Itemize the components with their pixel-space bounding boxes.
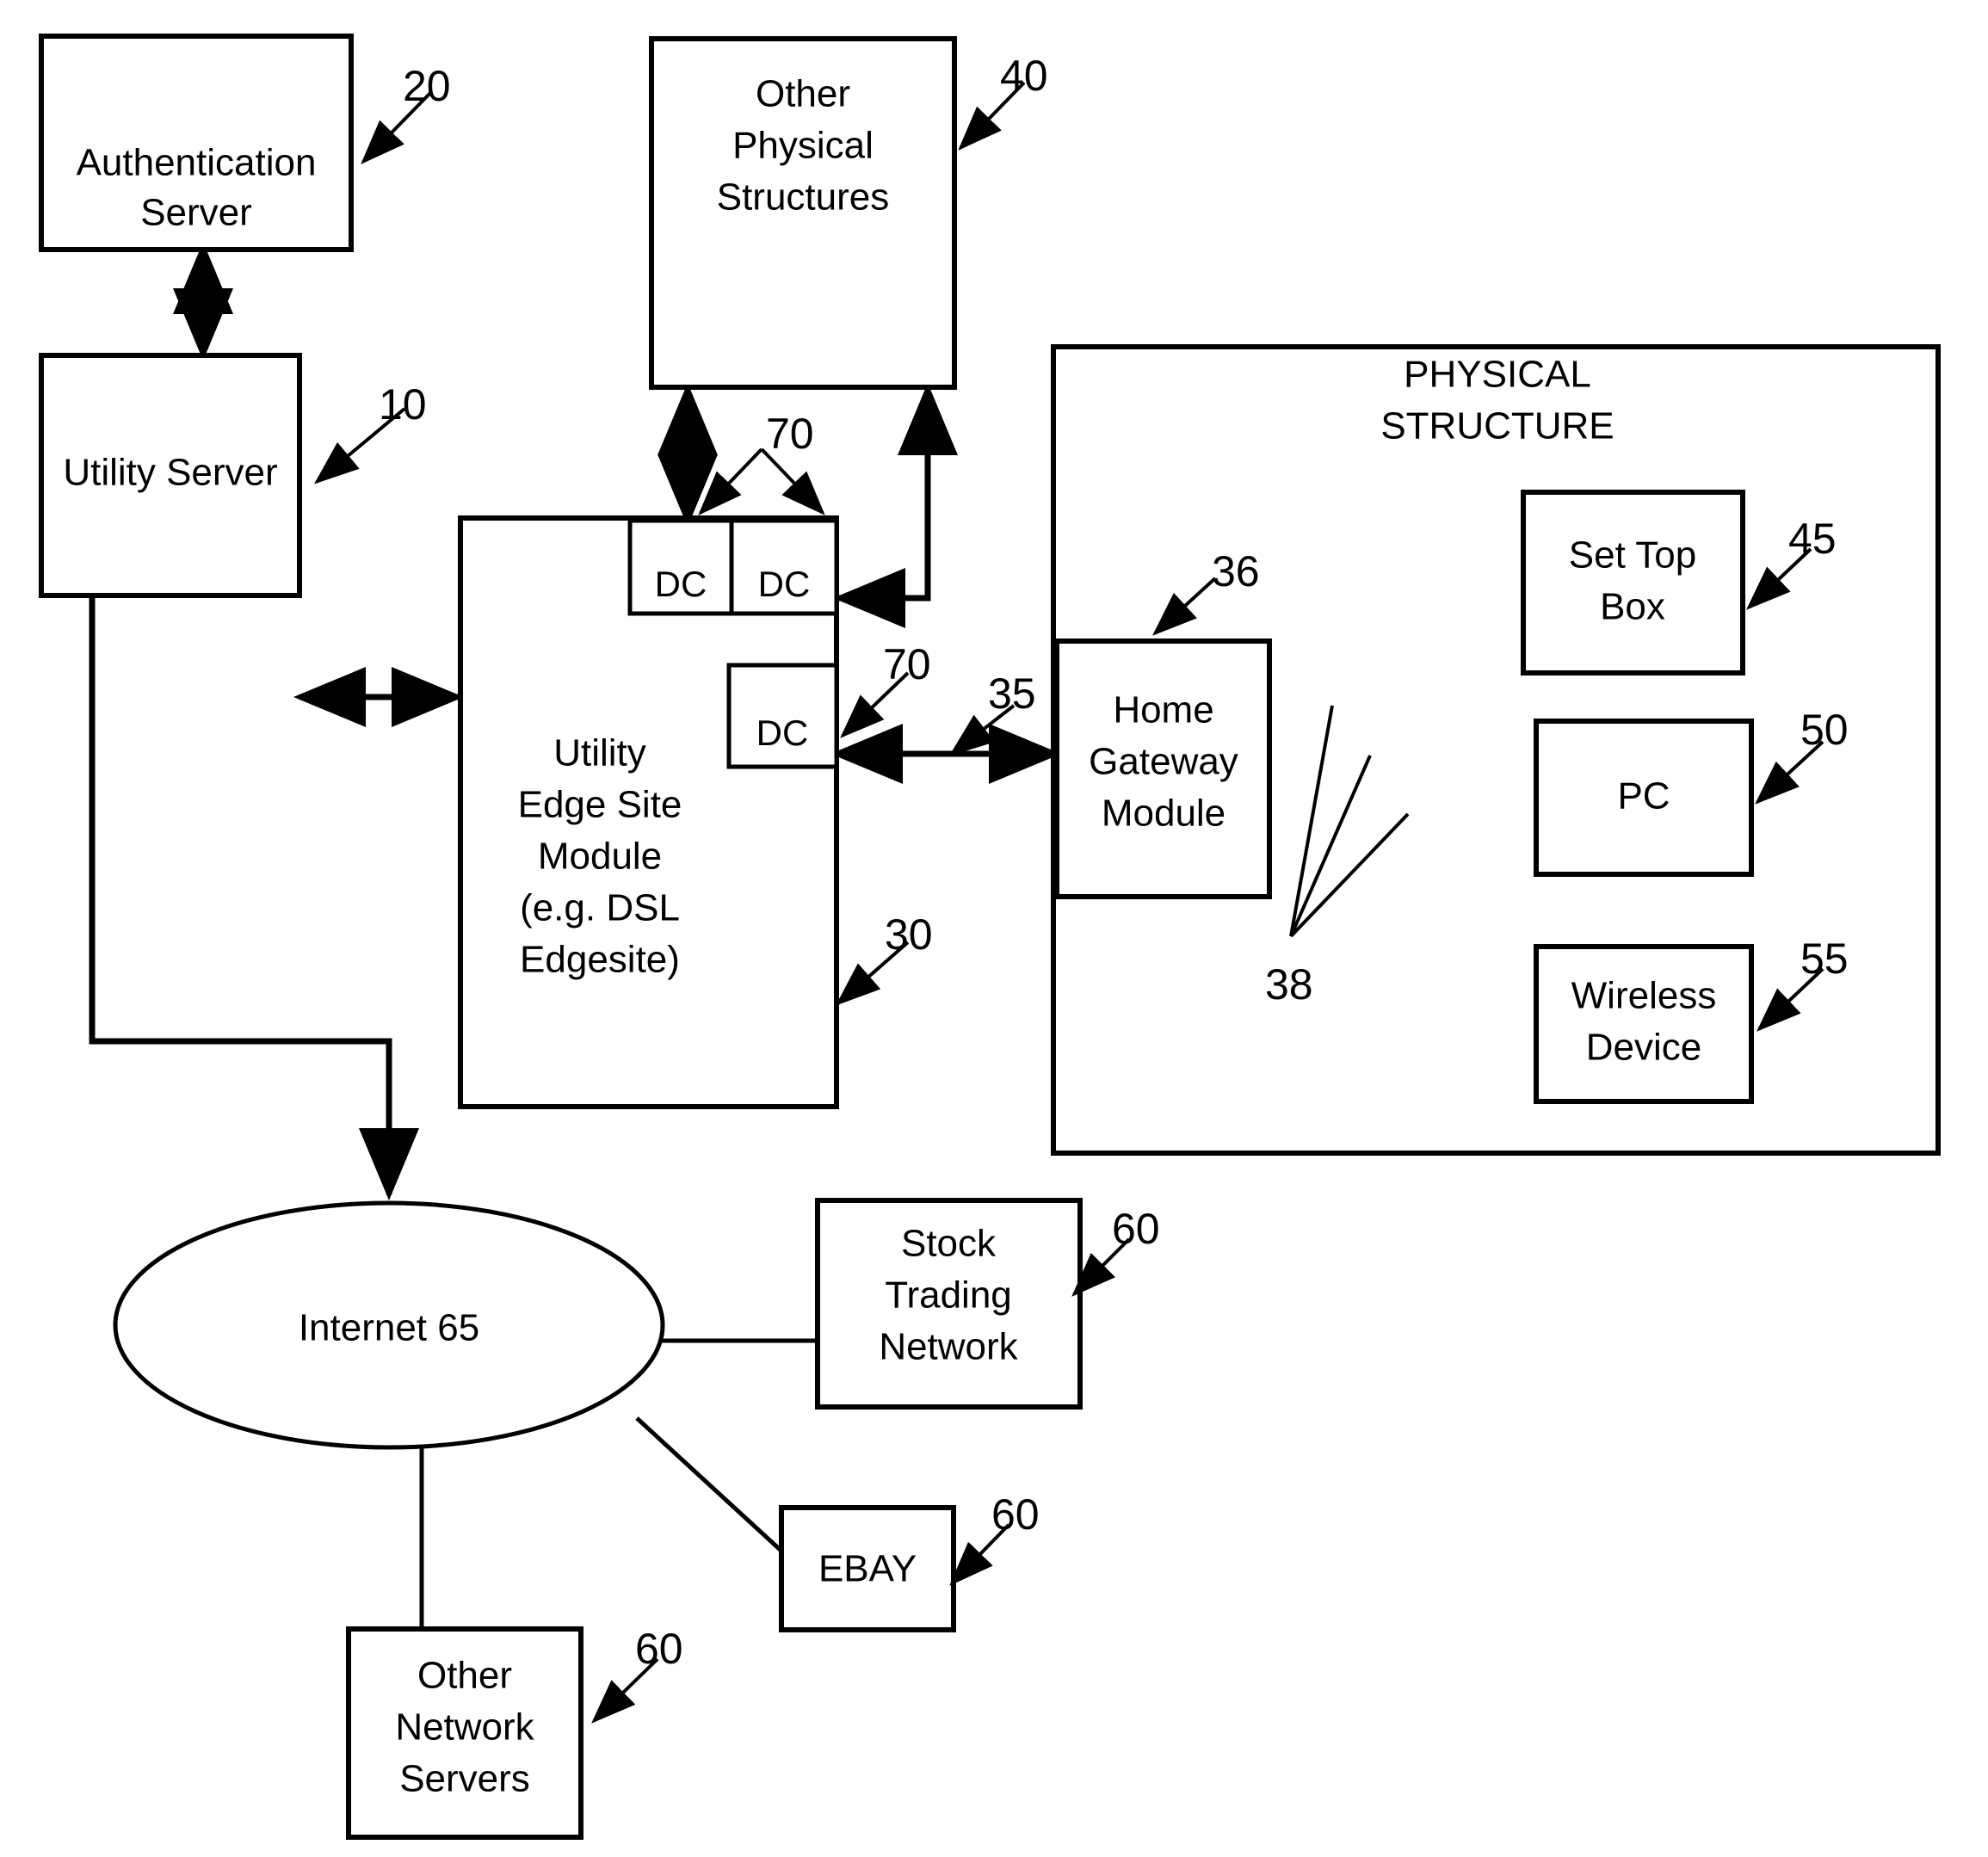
stock-trading-network-label-line2: Trading xyxy=(885,1274,1012,1317)
diagram-svg: Authentication Server 20 Utility Server … xyxy=(39,34,1941,1840)
ref-numeral-55: 55 xyxy=(1800,935,1849,983)
connector-otherstructs-to-dc-right xyxy=(833,383,958,628)
node-home-gateway-module[interactable]: Home Gateway Module xyxy=(1054,639,1272,899)
wireless-device-label-line2: Device xyxy=(1586,1027,1702,1069)
dc-top-left-label: DC xyxy=(655,564,707,604)
other-physical-structures-label-line3: Structures xyxy=(717,176,890,219)
patent-figure-canvas: Authentication Server 20 Utility Server … xyxy=(0,0,1988,1857)
node-utility-server[interactable]: Utility Server xyxy=(39,353,302,598)
home-gateway-label-line2: Gateway xyxy=(1089,741,1238,783)
physical-structure-title-line1: PHYSICAL xyxy=(1404,354,1591,396)
utility-edge-site-label-line3: Module xyxy=(538,836,662,878)
node-dc-lower[interactable]: DC xyxy=(726,663,839,769)
node-pc[interactable]: PC xyxy=(1534,719,1754,877)
node-wireless-device[interactable]: Wireless Device xyxy=(1534,944,1754,1104)
ref-leader-60-ebay: 60 xyxy=(949,1490,1040,1586)
node-internet[interactable]: Internet 65 xyxy=(113,1200,665,1450)
home-gateway-label-line1: Home xyxy=(1113,689,1213,731)
utility-edge-site-label-line1: Utility xyxy=(553,732,646,774)
ref-numeral-20: 20 xyxy=(403,62,451,110)
ref-leader-35: 35 xyxy=(948,669,1036,756)
connector-internet-to-ebay xyxy=(635,1416,787,1556)
ref-numeral-10: 10 xyxy=(379,380,427,429)
node-dc-top-left[interactable]: DC xyxy=(627,518,734,616)
ref-leader-40: 40 xyxy=(958,52,1048,151)
physical-structure-title-line2: STRUCTURE xyxy=(1380,405,1614,447)
ref-leader-70-top: 70 xyxy=(698,410,825,515)
dc-lower-label: DC xyxy=(756,713,809,753)
node-authentication-server[interactable]: Authentication Server xyxy=(39,34,354,252)
connector-utility-to-internet xyxy=(89,595,419,1200)
internet-label: Internet 65 xyxy=(299,1307,479,1349)
pc-label: PC xyxy=(1617,775,1670,817)
ref-leader-10: 10 xyxy=(313,380,427,484)
utility-edge-site-label-line4: (e.g. DSL xyxy=(520,887,680,929)
node-stock-trading-network[interactable]: Stock Trading Network xyxy=(815,1198,1083,1410)
home-gateway-label-line3: Module xyxy=(1102,793,1226,835)
ref-numeral-60-othernet: 60 xyxy=(635,1625,683,1673)
node-set-top-box[interactable]: Set Top Box xyxy=(1521,490,1745,676)
utility-edge-site-label-line5: Edgesite) xyxy=(520,939,680,981)
authentication-server-label-line2: Server xyxy=(140,192,252,234)
ref-numeral-60-stock: 60 xyxy=(1112,1205,1160,1253)
node-ebay[interactable]: EBAY xyxy=(779,1505,956,1632)
other-network-servers-label-line3: Servers xyxy=(399,1758,530,1800)
ref-numeral-36: 36 xyxy=(1212,547,1260,595)
stock-trading-network-label-line3: Network xyxy=(879,1326,1018,1368)
ref-numeral-50: 50 xyxy=(1800,706,1849,754)
authentication-server-label-line1: Authentication xyxy=(77,142,317,184)
ref-leader-60-othernet: 60 xyxy=(591,1625,683,1724)
utility-edge-site-label-line2: Edge Site xyxy=(518,784,682,826)
ref-numeral-60-ebay: 60 xyxy=(991,1490,1040,1539)
ref-numeral-40: 40 xyxy=(1000,52,1048,100)
other-network-servers-label-line2: Network xyxy=(395,1706,534,1749)
ref-numeral-70-top: 70 xyxy=(766,410,814,458)
ebay-label: EBAY xyxy=(818,1548,917,1590)
ref-numeral-38: 38 xyxy=(1265,960,1313,1009)
node-other-physical-structures[interactable]: Other Physical Structures xyxy=(649,36,957,390)
wireless-device-label-line1: Wireless xyxy=(1571,975,1717,1017)
other-physical-structures-label-line2: Physical xyxy=(732,125,874,167)
dc-top-right-label: DC xyxy=(758,564,811,604)
node-other-network-servers[interactable]: Other Network Servers xyxy=(346,1626,583,1840)
set-top-box-label-line1: Set Top xyxy=(1569,534,1696,577)
stock-trading-network-label-line1: Stock xyxy=(901,1223,997,1265)
ref-numeral-70-lower: 70 xyxy=(883,640,931,688)
ref-numeral-45: 45 xyxy=(1788,515,1837,563)
ref-leader-70-lower: 70 xyxy=(840,640,931,738)
ref-leader-60-stock: 60 xyxy=(1071,1205,1160,1297)
node-dc-top-right[interactable]: DC xyxy=(729,518,839,616)
ref-leader-20: 20 xyxy=(361,62,451,164)
utility-server-label: Utility Server xyxy=(63,452,277,494)
other-network-servers-label-line1: Other xyxy=(417,1655,512,1697)
ref-leader-30: 30 xyxy=(835,910,933,1006)
ref-numeral-35: 35 xyxy=(988,669,1036,718)
set-top-box-label-line2: Box xyxy=(1600,586,1665,628)
ref-numeral-30: 30 xyxy=(885,910,933,959)
other-physical-structures-label-line1: Other xyxy=(756,73,850,115)
